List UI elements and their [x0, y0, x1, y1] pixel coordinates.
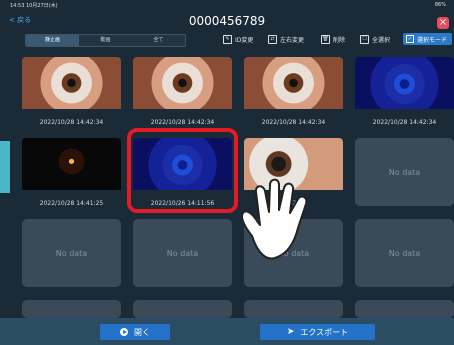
eye-image: [244, 57, 343, 109]
photo-thumbnail[interactable]: 2022/10/28 14:42:34: [244, 57, 343, 129]
swap-icon: ⇄: [268, 35, 277, 44]
thumbnail-timestamp: 2022/10/28 14:41:25: [39, 200, 104, 207]
delete-button[interactable]: 🗑 削除: [321, 35, 345, 44]
side-panel-tab[interactable]: [0, 141, 10, 193]
toolbar: 静止画 動画 全て ✎ ID変更 ⇄ 左右変更 🗑 削除 ☐ 全選択 ✓ 選択モ…: [0, 31, 454, 49]
empty-slot[interactable]: No data: [355, 138, 454, 206]
tab-all[interactable]: 全て: [132, 35, 185, 46]
thumbnail-timestamp: 2022/10/28 14:42:34: [372, 119, 437, 126]
no-data-label: No data: [55, 248, 88, 258]
photo-thumbnail[interactable]: 2022/10/28 14:42:34: [133, 57, 232, 129]
tab-videos[interactable]: 動画: [79, 35, 132, 46]
lr-change-button[interactable]: ⇄ 左右変更: [268, 35, 304, 44]
select-all-button[interactable]: ☐ 全選択: [360, 35, 390, 44]
media-tabs: 静止画 動画 全て: [25, 34, 186, 47]
empty-slot[interactable]: [133, 300, 232, 318]
open-label: 開く: [134, 327, 150, 337]
tab-stills[interactable]: 静止画: [26, 35, 79, 46]
bottom-bar: 開く ➤ エクスポート: [0, 318, 454, 345]
checkbox-icon: ✓: [406, 35, 414, 43]
empty-slot[interactable]: No data: [133, 219, 232, 287]
delete-label: 削除: [333, 37, 346, 44]
id-change-label: ID変更: [235, 37, 254, 44]
select-all-icon: ☐: [360, 35, 369, 44]
tap-hand-icon: [241, 178, 308, 260]
select-all-label: 全選択: [372, 37, 391, 44]
export-button[interactable]: ➤ エクスポート: [260, 324, 375, 340]
empty-slot[interactable]: [244, 300, 343, 318]
select-mode-label: 選択モード: [417, 36, 448, 44]
no-data-label: No data: [166, 248, 199, 258]
close-x-icon[interactable]: ×: [437, 17, 449, 29]
trash-icon: 🗑: [321, 35, 330, 44]
thumbnail-timestamp: 2022/10/28 14:42:34: [150, 119, 215, 126]
id-change-button[interactable]: ✎ ID変更: [223, 35, 253, 44]
photo-thumbnail[interactable]: 2022/10/28 14:41:25: [22, 138, 121, 210]
lr-change-label: 左右変更: [280, 37, 305, 44]
no-data-label: No data: [388, 167, 421, 177]
play-icon: [120, 328, 128, 336]
eye-image: [355, 57, 454, 109]
thumbnail-timestamp: 2022/10/28 14:42:34: [39, 119, 104, 126]
empty-slot[interactable]: No data: [355, 219, 454, 287]
send-icon: ➤: [286, 327, 295, 337]
eye-image: [133, 57, 232, 109]
photo-thumbnail[interactable]: 2022/10/28 14:42:34: [355, 57, 454, 129]
header-bar: < 戻る 0000456789 ×: [0, 8, 454, 30]
no-data-label: No data: [388, 248, 421, 258]
open-button[interactable]: 開く: [100, 324, 170, 340]
export-label: エクスポート: [300, 327, 349, 337]
selected-thumbnail-highlight: [127, 128, 238, 213]
empty-slot[interactable]: No data: [22, 219, 121, 287]
empty-slot[interactable]: [355, 300, 454, 318]
empty-slot[interactable]: [22, 300, 121, 318]
eye-image: [22, 57, 121, 109]
page-title: 0000456789: [188, 14, 266, 28]
photo-thumbnail[interactable]: 2022/10/28 14:42:34: [22, 57, 121, 129]
edit-icon: ✎: [223, 35, 232, 44]
eye-image: [22, 138, 121, 190]
select-mode-button[interactable]: ✓ 選択モード: [403, 33, 452, 45]
thumbnail-timestamp: 2022/10/28 14:42:34: [261, 119, 326, 126]
